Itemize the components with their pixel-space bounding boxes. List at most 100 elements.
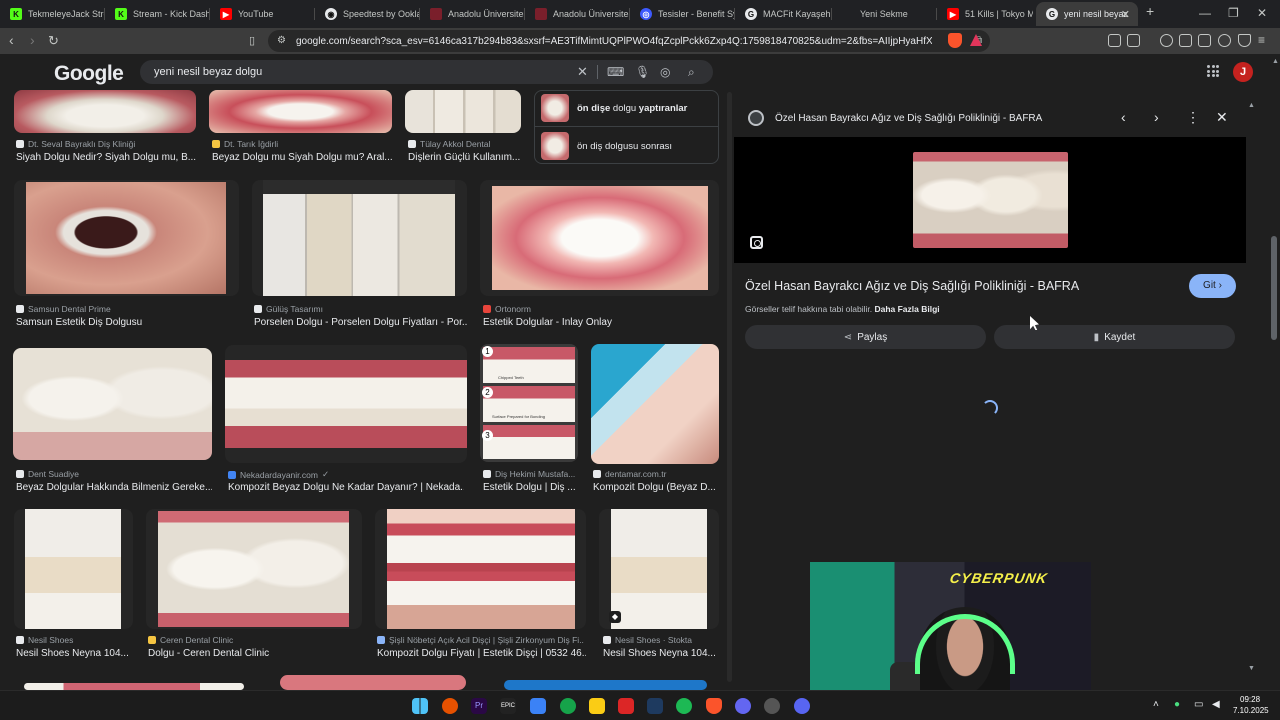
tab-3[interactable]: ◉ Speedtest by Ookla	[315, 2, 419, 26]
result-image[interactable]	[375, 509, 586, 629]
epic-games-icon[interactable]: EPIC	[500, 698, 516, 714]
steam-icon[interactable]	[647, 698, 663, 714]
keyboard-icon[interactable]: ⌨	[607, 65, 624, 79]
result-title[interactable]: Kompozit Beyaz Dolgu Ne Kadar Dayanır? |…	[228, 482, 464, 493]
tab-5[interactable]: Anadolu Üniversites	[525, 2, 629, 26]
settings-icon[interactable]	[764, 698, 780, 714]
next-image-icon[interactable]: ›	[1154, 109, 1159, 125]
previous-image-icon[interactable]: ‹	[1121, 109, 1126, 125]
tab-0[interactable]: K TekmeleyeJack Strea	[0, 2, 104, 26]
site-info-icon[interactable]: ⚙	[277, 35, 286, 46]
tab-8[interactable]: Yeni Sekme	[832, 2, 936, 26]
premiere-icon[interactable]: Pr	[471, 698, 487, 714]
url-text[interactable]: google.com/search?sca_esv=6146ca317b294b…	[296, 36, 932, 47]
result-image[interactable]	[504, 680, 707, 690]
result-image[interactable]	[14, 90, 196, 133]
new-tab-button[interactable]: +	[1146, 3, 1154, 19]
result-title[interactable]: Dişlerin Güçlü Kullanım...	[408, 152, 521, 163]
network-icon[interactable]: ▭	[1194, 699, 1203, 710]
result-image[interactable]	[480, 180, 719, 296]
address-bar[interactable]: ⚙ google.com/search?sca_esv=6146ca317b29…	[268, 30, 990, 52]
sidebar-icon[interactable]	[1179, 34, 1192, 47]
result-image[interactable]	[146, 509, 362, 629]
google-logo[interactable]: Google	[54, 62, 124, 86]
clock-date[interactable]: 7.10.2025	[1233, 706, 1269, 715]
start-icon[interactable]	[412, 698, 428, 714]
reload-icon[interactable]: ↻	[48, 33, 59, 49]
minimize-button[interactable]: —	[1199, 6, 1211, 20]
lens-search-icon[interactable]: ◎	[660, 65, 670, 79]
scroll-down-icon[interactable]: ▼	[1248, 665, 1255, 672]
tab-6[interactable]: ◎ Tesisler - Benefit Sys	[630, 2, 734, 26]
brave-shield-icon[interactable]	[948, 33, 962, 48]
brave-rewards-icon[interactable]	[970, 34, 982, 46]
page-scrollbar-thumb[interactable]	[1271, 236, 1277, 340]
search-box[interactable]: ✕ ⌨ 🎙 ◎ ⌕	[140, 60, 713, 84]
tab-4[interactable]: Anadolu Üniversites	[420, 2, 524, 26]
result-title[interactable]: Kompozit Dolgu Fiyatı | Estetik Dişçi | …	[377, 648, 586, 659]
share-button[interactable]: ⋖ Paylaş	[745, 325, 986, 349]
search-icon[interactable]: ⌕	[688, 65, 695, 80]
tray-expand-icon[interactable]: ˄	[1153, 699, 1159, 710]
clear-search-icon[interactable]: ✕	[577, 64, 588, 80]
close-tab-icon[interactable]: ✕	[1121, 8, 1130, 21]
close-window-button[interactable]: ✕	[1257, 6, 1267, 20]
bookmark-icon[interactable]: ▯	[249, 34, 255, 47]
tray-mic-icon[interactable]: ●	[1174, 699, 1180, 710]
panel-site-name[interactable]: Özel Hasan Bayrakcı Ağız ve Diş Sağlığı …	[775, 113, 1042, 124]
panel-title[interactable]: Özel Hasan Bayrakcı Ağız ve Diş Sağlığı …	[745, 279, 1079, 293]
result-title[interactable]: Siyah Dolgu Nedir? Siyah Dolgu mu, B...	[16, 152, 196, 163]
tab-2[interactable]: ▶ YouTube	[210, 2, 314, 26]
search-input[interactable]	[154, 64, 574, 80]
related-search-item[interactable]: ön dişe dolgu yaptıranlar	[535, 91, 720, 125]
results-scrollbar[interactable]	[727, 92, 732, 682]
maximize-button[interactable]: ❐	[1228, 6, 1239, 20]
result-image[interactable]	[209, 90, 392, 133]
tab-active[interactable]: G yeni nesil beyaz ✕	[1036, 2, 1138, 26]
result-image[interactable]: ◆	[599, 509, 719, 629]
result-image[interactable]	[24, 683, 244, 690]
screenshot-icon[interactable]	[1127, 34, 1140, 47]
file-explorer-icon[interactable]	[589, 698, 605, 714]
result-image[interactable]	[14, 509, 133, 629]
spotify-icon[interactable]	[676, 698, 692, 714]
tab-1[interactable]: K Stream - Kick Dashb	[105, 2, 209, 26]
result-title[interactable]: Porselen Dolgu - Porselen Dolgu Fiyatlar…	[254, 317, 468, 328]
visit-button[interactable]: Git ›	[1189, 274, 1236, 298]
result-title[interactable]: Estetik Dolgular - İnlay Onlay	[483, 317, 717, 328]
vpn-icon[interactable]	[1238, 34, 1251, 47]
result-image[interactable]	[13, 348, 212, 460]
app-icon[interactable]	[735, 698, 751, 714]
brave-icon[interactable]	[706, 698, 722, 714]
wallet-icon[interactable]	[1198, 34, 1211, 47]
result-image[interactable]	[14, 180, 239, 296]
result-image[interactable]	[405, 90, 521, 133]
more-info-link[interactable]: Daha Fazla Bilgi	[874, 304, 939, 314]
result-image[interactable]: 1 2 3 Chipped Teeth Surface Prepared for…	[480, 344, 578, 462]
close-panel-icon[interactable]: ✕	[1216, 109, 1228, 126]
result-title[interactable]: Beyaz Dolgu mu Siyah Dolgu mu? Aral...	[212, 152, 394, 163]
scroll-up-icon[interactable]: ▲	[1248, 102, 1255, 109]
lens-icon[interactable]	[750, 236, 763, 249]
result-title[interactable]: Kompozit Dolgu (Beyaz D...	[593, 482, 718, 493]
forward-icon[interactable]: ›	[30, 32, 35, 48]
page-scroll-up-icon[interactable]: ▲	[1272, 58, 1279, 65]
related-search-item[interactable]: ön diş dolgusu sonrası	[535, 129, 720, 163]
music-icon[interactable]	[1160, 34, 1173, 47]
display-icon[interactable]	[530, 698, 546, 714]
leo-ai-icon[interactable]	[1218, 34, 1231, 47]
google-apps-icon[interactable]	[1207, 65, 1219, 77]
extensions-icon[interactable]	[1108, 34, 1121, 47]
result-title[interactable]: Beyaz Dolgular Hakkında Bilmeniz Gereke.…	[16, 482, 212, 493]
preview-image[interactable]	[913, 152, 1068, 248]
result-image[interactable]	[591, 344, 719, 464]
more-options-icon[interactable]: ⋮	[1186, 109, 1200, 126]
xbox-icon[interactable]	[560, 698, 576, 714]
tab-9[interactable]: ▶ 51 Kills | Tokyo Man	[937, 2, 1033, 26]
back-icon[interactable]: ‹	[9, 32, 14, 48]
result-image[interactable]	[280, 675, 466, 690]
result-image[interactable]	[225, 345, 467, 463]
tab-7[interactable]: G MACFit Kayaşehir -	[735, 2, 831, 26]
clock-time[interactable]: 09:28	[1240, 695, 1260, 704]
microphone-icon[interactable]: 🎙	[635, 65, 650, 79]
